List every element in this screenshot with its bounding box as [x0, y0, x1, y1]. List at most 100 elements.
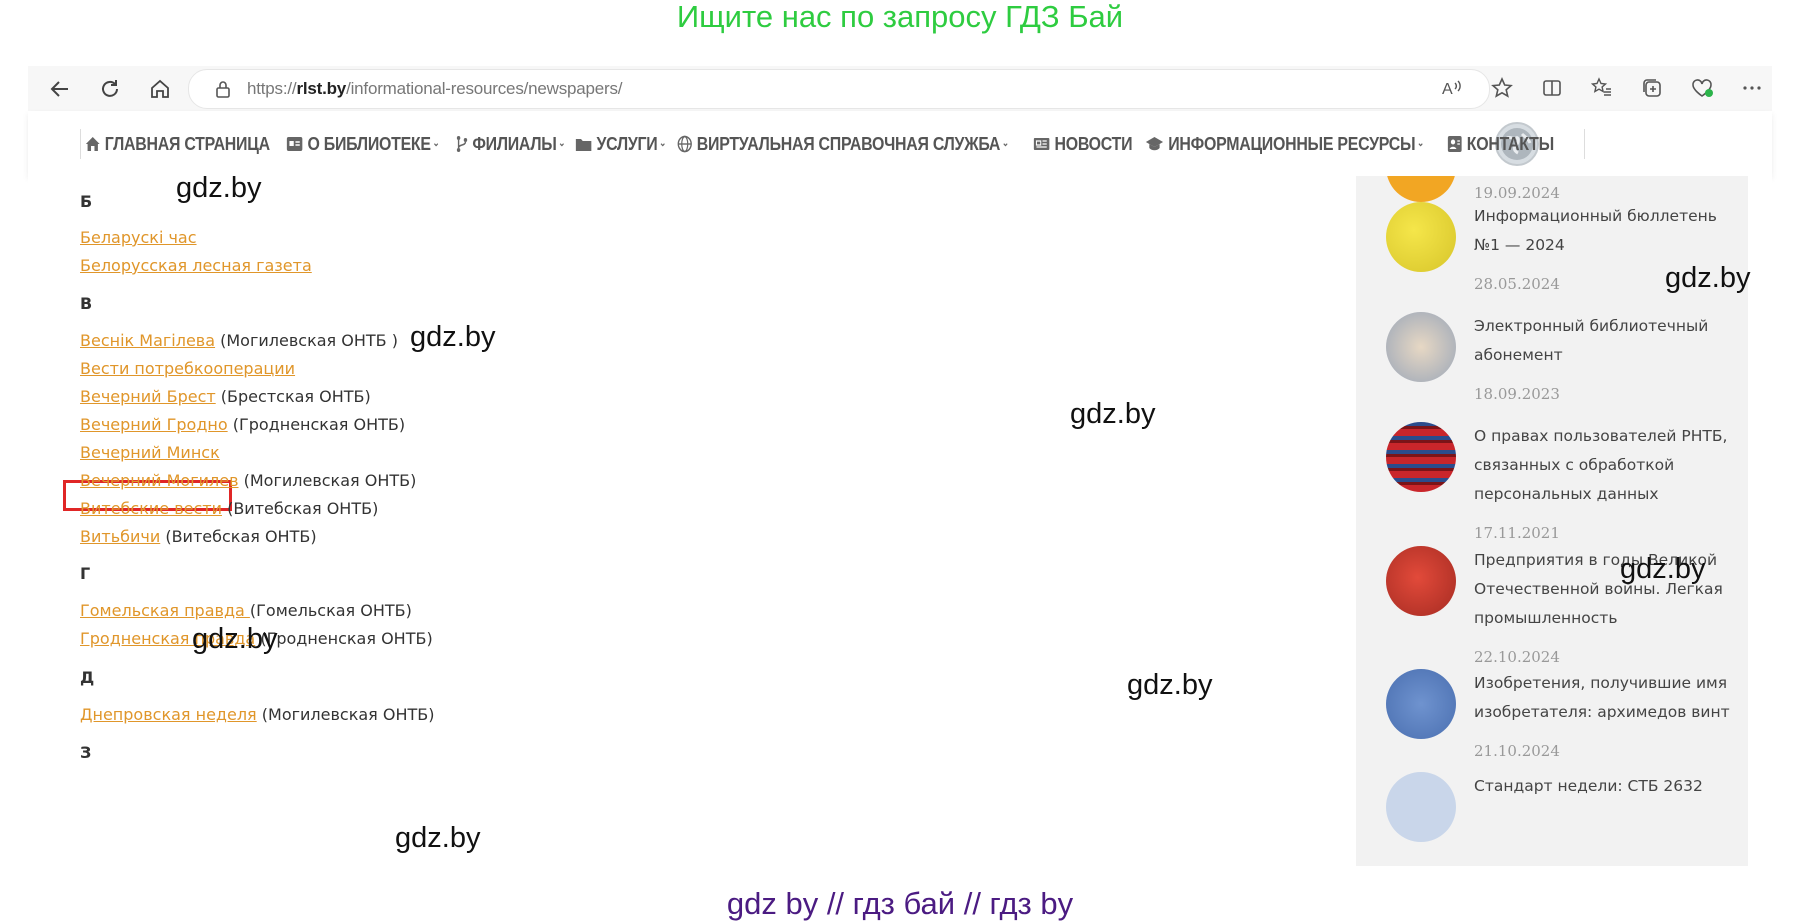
newspaper-item: Гомельская правда (Гомельская ОНТБ) [80, 601, 412, 620]
nav-menu: ГЛАВНАЯ СТРАНИЦА О БИБЛИОТЕКЕ ⌄ ФИЛИАЛЫ ⌄ … [80, 128, 1586, 159]
newspaper-source: (Могилевская ОНТБ) [256, 705, 435, 724]
news-date: 21.10.2024 [1474, 742, 1560, 760]
newspaper-link[interactable]: Витьбичи [80, 527, 160, 546]
news-title[interactable]: Электронный библиотечный абонемент [1474, 312, 1744, 370]
newspaper-item: Веснік Магілева (Могилевская ОНТБ ) [80, 331, 398, 350]
nav-item-info-resources[interactable]: ИНФОРМАЦИОННЫЕ РЕСУРСЫ ⌄ [1145, 133, 1424, 155]
news-title[interactable]: Изобретения, получившие имя изобретателя… [1474, 669, 1744, 727]
news-title[interactable]: Информационный бюллетень №1 — 2024 [1474, 202, 1744, 260]
back-button[interactable] [42, 71, 78, 107]
refresh-button[interactable] [92, 71, 128, 107]
collections-button[interactable] [1632, 70, 1672, 106]
newspaper-source: (Витебская ОНТБ) [221, 499, 379, 518]
newspaper-link[interactable]: Беларускі час [80, 228, 197, 247]
newspaper-link[interactable]: Вести потребкооперации [80, 359, 295, 378]
read-aloud-icon: A [1442, 80, 1461, 98]
heart-pulse-icon [1692, 79, 1713, 97]
newspaper-icon [1034, 137, 1050, 150]
newspaper-link[interactable]: Витебские вести [80, 499, 222, 518]
newspaper-item: Днепровская неделя (Могилевская ОНТБ) [80, 705, 435, 724]
news-date: 28.05.2024 [1474, 275, 1560, 293]
letter-heading: Г [80, 564, 91, 583]
letter-heading: Д [80, 668, 95, 687]
nav-item-branches[interactable]: ФИЛИАЛЫ ⌄ [456, 133, 566, 155]
more-menu-button[interactable] [1732, 70, 1772, 106]
bottom-banner: gdz by // гдз бай // гдз by [726, 886, 1074, 921]
newspaper-source: (Могилевская ОНТБ) [238, 471, 417, 490]
news-thumbnail [1386, 422, 1456, 492]
nav-item-about[interactable]: О БИБЛИОТЕКЕ ⌄ [286, 133, 440, 155]
newspaper-link[interactable]: Вечерний Гродно [80, 415, 228, 434]
chevron-down-icon: ⌄ [659, 138, 667, 149]
news-thumbnail [1386, 546, 1456, 616]
news-title[interactable]: Стандарт недели: СТБ 2632 [1474, 772, 1744, 801]
newspaper-source: (Могилевская ОНТБ ) [215, 331, 398, 350]
browser-window: https://rlst.by/informational-resources/… [28, 66, 1772, 176]
lock-icon [216, 81, 230, 98]
browser-essentials-button[interactable] [1682, 70, 1722, 106]
home-icon [151, 79, 169, 98]
watermark-text: gdz.by [1070, 398, 1156, 430]
split-screen-button[interactable] [1532, 70, 1572, 106]
news-thumbnail [1386, 772, 1456, 842]
favorite-button[interactable] [1482, 70, 1522, 106]
nav-item-virtual-help[interactable]: ВИРТУАЛЬНАЯ СПРАВОЧНАЯ СЛУЖБА ⌄ [677, 133, 1009, 155]
news-date: 22.10.2024 [1474, 648, 1560, 666]
home-icon [85, 136, 100, 151]
more-dots-icon [1743, 86, 1761, 90]
newspaper-link[interactable]: Вечерний Могилев [80, 471, 239, 490]
contact-card-icon [1447, 135, 1462, 152]
newspaper-source: (Витебская ОНТБ) [160, 527, 317, 546]
newspaper-item: Вечерний Гродно (Гродненская ОНТБ) [80, 415, 405, 434]
graduation-cap-icon [1145, 136, 1163, 150]
newspaper-link[interactable]: Вечерний Минск [80, 443, 220, 462]
nav-item-services[interactable]: УСЛУГИ ⌄ [575, 133, 667, 155]
watermark-text: gdz.by [1665, 262, 1751, 294]
watermark-text: gdz.by [410, 321, 496, 353]
home-button[interactable] [142, 71, 178, 107]
newspaper-source: (Брестская ОНТБ) [215, 387, 371, 406]
nav-item-news[interactable]: НОВОСТИ [1033, 133, 1133, 155]
url-text: https://rlst.by/informational-resources/… [247, 79, 623, 98]
newspaper-link[interactable]: Белорусская лесная газета [80, 256, 312, 275]
address-bar[interactable]: https://rlst.by/informational-resources/… [188, 69, 1490, 109]
news-thumbnail [1386, 202, 1456, 272]
read-aloud-button[interactable]: A [1432, 70, 1472, 106]
watermark-text: gdz.by [1620, 553, 1706, 585]
newspaper-source: (Гродненская ОНТБ) [255, 629, 433, 648]
news-thumbnail [1386, 669, 1456, 739]
watermark-text: gdz.by [176, 172, 262, 204]
newspaper-item: Витебские вести (Витебская ОНТБ) [80, 499, 378, 518]
newspaper-link[interactable]: Вечерний Брест [80, 387, 216, 406]
newspaper-link[interactable]: Днепровская неделя [80, 705, 257, 724]
news-title[interactable]: О правах пользователей РНТБ, связанных с… [1474, 422, 1744, 509]
newspaper-item: Вечерний Могилев (Могилевская ОНТБ) [80, 471, 416, 490]
branch-icon [457, 135, 468, 152]
site-navigation: ГЛАВНАЯ СТРАНИЦА О БИБЛИОТЕКЕ ⌄ ФИЛИАЛЫ ⌄ … [28, 111, 1772, 176]
letter-heading: В [80, 294, 93, 313]
newspaper-item: Беларускі час [80, 228, 197, 247]
chevron-down-icon: ⌄ [1002, 138, 1010, 149]
news-thumbnail [1386, 312, 1456, 382]
top-banner: Ищите нас по запросу ГДЗ Бай [676, 0, 1124, 34]
folder-icon [576, 138, 592, 151]
arrow-left-icon [50, 80, 68, 97]
newspaper-item: Вести потребкооперации [80, 359, 295, 378]
collections-icon [1643, 79, 1661, 97]
favorites-list-button[interactable] [1582, 70, 1622, 106]
newspaper-source: (Гродненская ОНТБ) [227, 415, 406, 434]
newspaper-link[interactable]: Гомельская правда [80, 601, 250, 620]
newspaper-source: (Гомельская ОНТБ) [249, 601, 412, 620]
star-icon [1491, 77, 1513, 98]
watermark-text: gdz.by [395, 822, 481, 854]
browser-toolbar: https://rlst.by/informational-resources/… [28, 66, 1772, 111]
newspaper-item: Вечерний Брест (Брестская ОНТБ) [80, 387, 371, 406]
nav-item-contacts[interactable]: КОНТАКТЫ [1447, 133, 1554, 155]
globe-icon [677, 135, 693, 152]
chevron-down-icon: ⌄ [1416, 138, 1424, 149]
newspaper-link[interactable]: Веснік Магілева [80, 331, 215, 350]
nav-item-home[interactable]: ГЛАВНАЯ СТРАНИЦА [85, 133, 270, 155]
page-content: Б Беларускі час Белорусская лесная газет… [28, 176, 1772, 866]
news-date: 17.11.2021 [1474, 524, 1560, 542]
news-date: 19.09.2024 [1474, 184, 1560, 202]
